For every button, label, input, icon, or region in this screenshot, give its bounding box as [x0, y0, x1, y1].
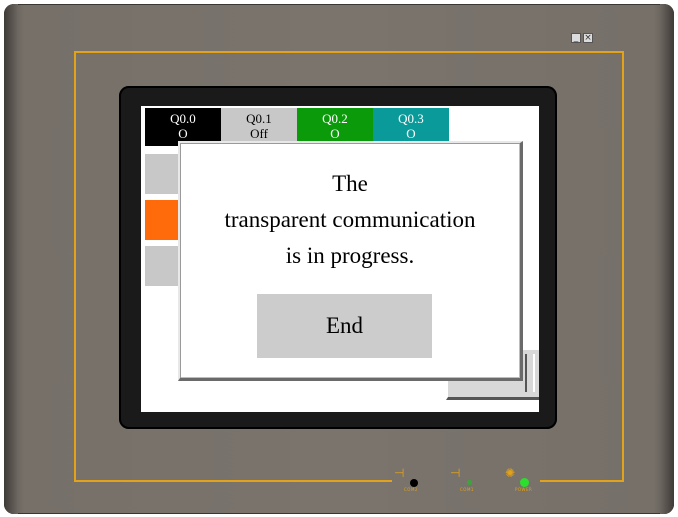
dialog-message-line-1: The [332, 171, 368, 196]
tile-state: O [406, 126, 416, 141]
tile-label: Q0.2 [322, 111, 348, 126]
led-com2: ⊣ COM2 [394, 463, 434, 497]
connector-icon: ⊣ [394, 466, 405, 480]
led-power-indicator [520, 478, 529, 487]
power-icon: ✺ [505, 466, 516, 480]
accent-line-top [74, 51, 624, 53]
tile-state: O [178, 126, 188, 141]
dialog-message-line-2: transparent communication [224, 207, 476, 232]
accent-line-bottom-left [74, 480, 392, 482]
tile-label: Q0.0 [170, 111, 196, 126]
end-button[interactable]: End [257, 294, 432, 358]
accent-line-right [622, 51, 624, 481]
dialog-message-line-3: is in progress. [285, 243, 415, 268]
tile-label: Q0.1 [246, 111, 272, 126]
led-com1-indicator [467, 480, 472, 485]
tile-state: Off [250, 126, 268, 141]
numeric-display-bevel [525, 354, 535, 392]
accent-line-left [74, 51, 76, 481]
led-com1-label: COM1 [460, 487, 474, 492]
tile-label: Q0.3 [398, 111, 424, 126]
led-power-label: POWER [515, 487, 533, 492]
close-icon[interactable]: × [583, 33, 593, 43]
connector-icon: ⊣ [450, 466, 461, 480]
bezel-left-edge [4, 4, 18, 514]
tile-state: O [330, 126, 340, 141]
led-com1: ⊣ COM1 [450, 463, 490, 497]
led-power: ✺ POWER [505, 463, 545, 497]
minimize-icon[interactable]: _ [571, 33, 581, 43]
led-com2-indicator [410, 479, 418, 487]
led-com2-label: COM2 [404, 487, 418, 492]
transparent-communication-dialog: The transparent communication is in prog… [178, 141, 523, 381]
bezel-right-edge [660, 4, 674, 514]
accent-line-bottom-right [540, 480, 624, 482]
